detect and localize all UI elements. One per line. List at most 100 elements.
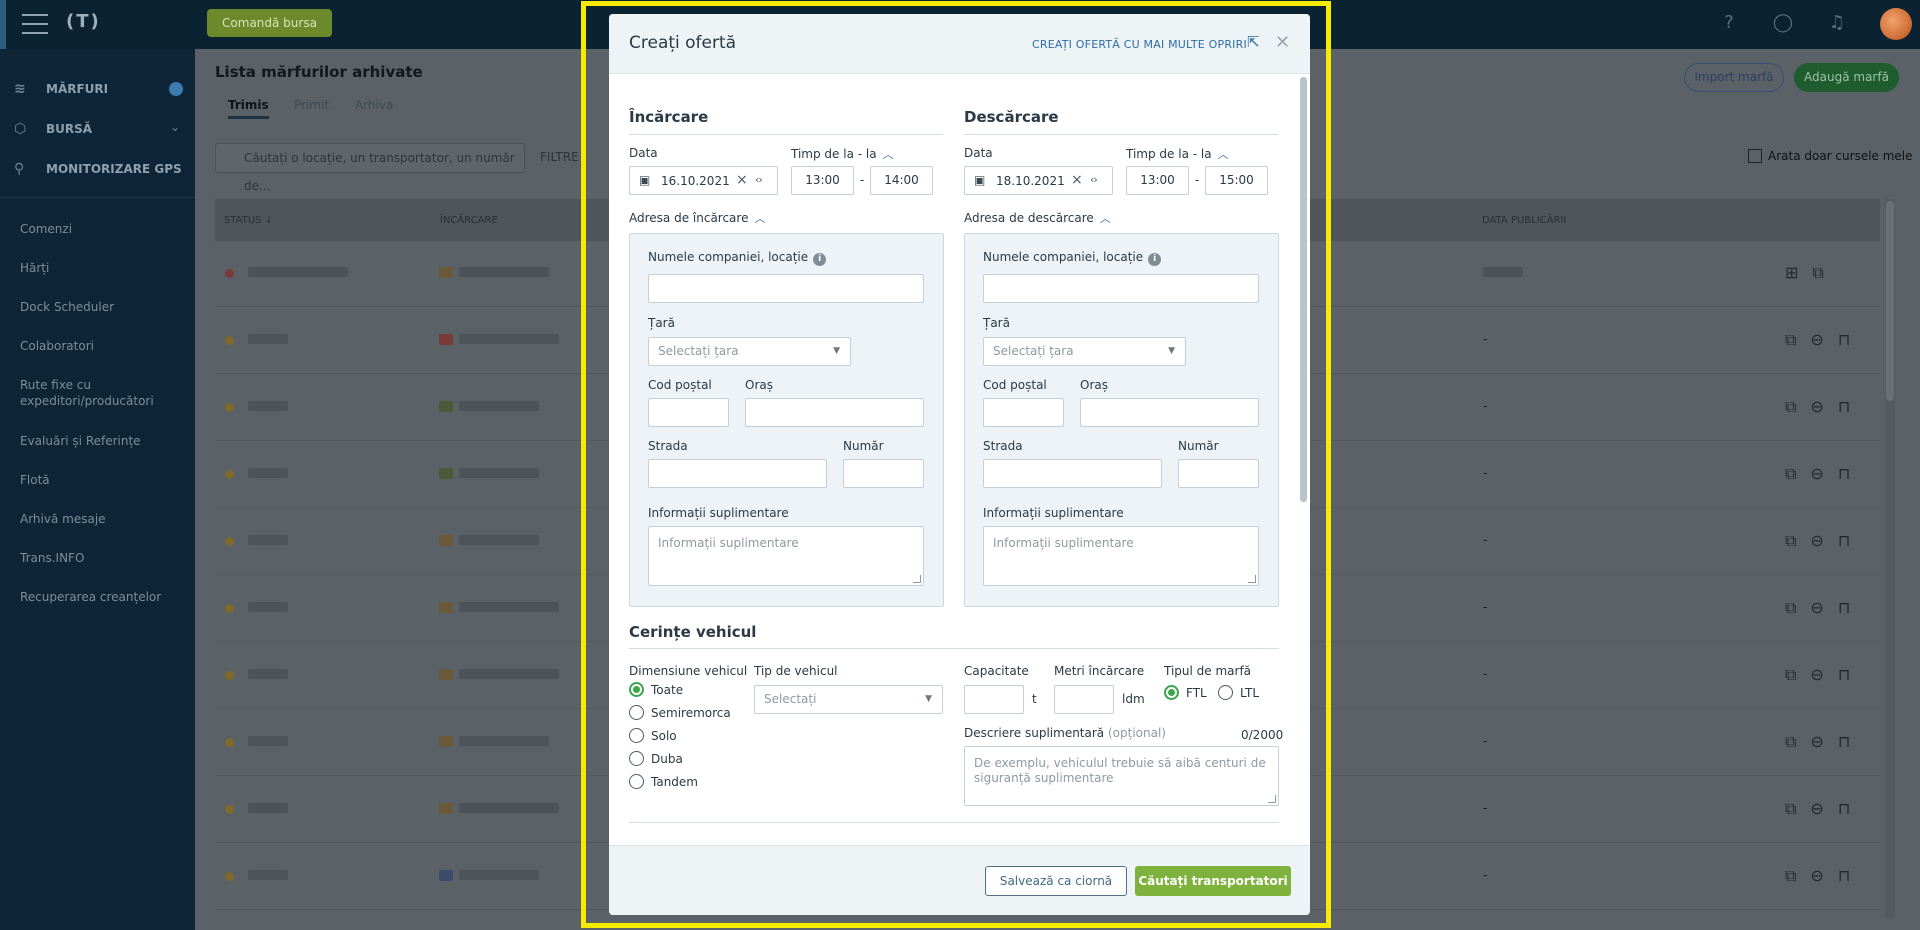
loading-company-input[interactable] (648, 274, 924, 303)
radio-unselected[interactable] (629, 705, 644, 720)
close-icon[interactable]: ✕ (1275, 32, 1290, 53)
info-icon[interactable]: i (1148, 253, 1162, 266)
unloading-time-to[interactable]: 15:00 (1205, 166, 1268, 195)
filters-button[interactable]: FILTRE (540, 150, 579, 164)
vehicle-size-option-van[interactable]: Duba (629, 751, 683, 766)
chevron-up-icon[interactable]: ︿ (883, 148, 894, 161)
checkbox-box[interactable] (1748, 149, 1762, 163)
radio-selected[interactable] (1164, 685, 1179, 700)
row-actions[interactable]: ⧉⊖⊓ (1785, 665, 1864, 685)
radio-unselected[interactable] (629, 751, 644, 766)
radio-selected[interactable] (629, 682, 644, 697)
chevron-down-icon[interactable]: ⌄ (170, 120, 180, 134)
unloading-postal-input[interactable] (983, 398, 1064, 427)
modal-scrollbar[interactable] (1300, 77, 1307, 502)
unloading-country-select[interactable]: Selectați țara ▼ (983, 337, 1186, 366)
loading-street-input[interactable] (648, 459, 827, 488)
unloading-street-input[interactable] (983, 459, 1162, 488)
add-cargo-button[interactable]: Adaugă marfă (1794, 63, 1899, 92)
sidebar-item-exchange[interactable]: ⬡ BURSĂ (14, 119, 92, 139)
user-avatar[interactable] (1880, 8, 1912, 40)
menu-icon[interactable] (22, 14, 48, 34)
multi-stop-link[interactable]: CREAȚI OFERTĂ CU MAI MULTE OPRIRI (1032, 38, 1247, 51)
row-actions[interactable]: ⧉⊖⊓ (1785, 330, 1864, 350)
sidebar-item-debt-recovery[interactable]: Recuperarea creanțelor (20, 589, 180, 605)
row-actions[interactable]: ⧉⊖⊓ (1785, 464, 1864, 484)
resize-handle[interactable] (913, 575, 921, 583)
cargo-type-option-ftl[interactable]: FTL (1164, 685, 1207, 700)
unloading-date-picker[interactable]: ▣ 18.10.2021 × ‹› (964, 166, 1113, 195)
collapse-arrow-icon[interactable]: ⇱ (1247, 33, 1260, 51)
unloading-number-input[interactable] (1178, 459, 1259, 488)
tab-archive[interactable]: Arhiva (355, 98, 393, 112)
sidebar-item-orders[interactable]: Comenzi (20, 221, 180, 237)
app-logo[interactable]: (T) (66, 11, 101, 32)
radio-unselected[interactable] (629, 774, 644, 789)
loading-meters-input[interactable] (1054, 685, 1114, 714)
only-mine-checkbox[interactable]: Arata doar cursele mele (1748, 149, 1913, 163)
help-icon[interactable]: ? (1718, 12, 1740, 34)
vehicle-size-option-solo[interactable]: Solo (629, 728, 677, 743)
sidebar-item-message-archive[interactable]: Arhivă mesaje (20, 511, 180, 527)
unloading-time-from[interactable]: 13:00 (1126, 166, 1189, 195)
vehicle-type-select[interactable]: Selectați ▼ (754, 685, 943, 714)
row-actions[interactable]: ⧉⊖⊓ (1785, 598, 1864, 618)
sidebar-item-cargo[interactable]: ≋ MĂRFURI (14, 79, 108, 99)
sidebar-item-gps[interactable]: ⚲ MONITORIZARE GPS (14, 159, 182, 179)
sidebar-item-maps[interactable]: Hărți (20, 260, 180, 276)
order-exchange-button[interactable]: Comandă bursa (207, 9, 332, 37)
loading-city-input[interactable] (745, 398, 924, 427)
capacity-input[interactable] (964, 685, 1024, 714)
row-actions[interactable]: ⊞⧉ (1785, 263, 1838, 283)
loading-number-input[interactable] (843, 459, 924, 488)
cargo-type-option-ltl[interactable]: LTL (1218, 685, 1259, 700)
loading-date-picker[interactable]: ▣ 16.10.2021 × ‹› (629, 166, 778, 195)
resize-handle[interactable] (1248, 575, 1256, 583)
unloading-city-input[interactable] (1080, 398, 1259, 427)
row-actions[interactable]: ⧉⊖⊓ (1785, 732, 1864, 752)
loading-extra-textarea[interactable]: Informații suplimentare (648, 526, 924, 586)
row-actions[interactable]: ⧉⊖⊓ (1785, 866, 1864, 886)
loading-time-to[interactable]: 14:00 (870, 166, 933, 195)
loading-address-label[interactable]: Adresa de încărcare ︿ (629, 210, 765, 226)
tab-received[interactable]: Primit (294, 98, 329, 112)
loading-country-select[interactable]: Selectați țara ▼ (648, 337, 851, 366)
row-actions[interactable]: ⧉⊖⊓ (1785, 397, 1864, 417)
search-input[interactable]: Căutați o locație, un transportator, un … (215, 143, 525, 193)
row-actions[interactable]: ⧉⊖⊓ (1785, 531, 1864, 551)
sidebar-item-fleet[interactable]: Flotă (20, 472, 180, 488)
clear-icon[interactable]: × (736, 172, 748, 188)
import-cargo-button[interactable]: Import marfă (1684, 63, 1784, 92)
bell-icon[interactable]: ♫ (1826, 12, 1848, 34)
vehicle-size-option-all[interactable]: Toate (629, 682, 683, 697)
row-actions[interactable]: ⧉⊖⊓ (1785, 799, 1864, 819)
unloading-company-input[interactable] (983, 274, 1259, 303)
sidebar-item-partners[interactable]: Colaboratori (20, 338, 180, 354)
chevron-up-icon[interactable]: ︿ (1100, 212, 1111, 225)
description-textarea[interactable]: De exemplu, vehiculul trebuie să aibă ce… (964, 746, 1279, 806)
radio-unselected[interactable] (629, 728, 644, 743)
save-draft-button[interactable]: Salvează ca ciornă (985, 866, 1127, 896)
loading-time-from[interactable]: 13:00 (791, 166, 854, 195)
sidebar-item-ratings[interactable]: Evaluări și Referințe (20, 433, 180, 449)
chat-icon[interactable]: ◯ (1772, 12, 1794, 34)
tab-sent[interactable]: Trimis (228, 98, 269, 119)
info-icon[interactable]: i (813, 253, 827, 266)
unloading-address-label[interactable]: Adresa de descărcare ︿ (964, 210, 1111, 226)
date-stepper-icon[interactable]: ‹› (755, 173, 763, 186)
vehicle-size-option-tandem[interactable]: Tandem (629, 774, 698, 789)
table-scrollbar[interactable] (1885, 199, 1895, 919)
sidebar-item-fixed-routes[interactable]: Rute fixe cu expeditori/producători (20, 377, 180, 409)
loading-postal-input[interactable] (648, 398, 729, 427)
sidebar-item-transinfo[interactable]: Trans.INFO (20, 550, 180, 566)
unloading-extra-textarea[interactable]: Informații suplimentare (983, 526, 1259, 586)
column-status[interactable]: STATUS ↓ (224, 215, 273, 226)
chevron-up-icon[interactable]: ︿ (754, 212, 765, 225)
radio-unselected[interactable] (1218, 685, 1233, 700)
resize-handle[interactable] (1268, 795, 1276, 803)
chevron-up-icon[interactable]: ︿ (1218, 148, 1229, 161)
date-stepper-icon[interactable]: ‹› (1090, 173, 1098, 186)
sidebar-item-dock-scheduler[interactable]: Dock Scheduler (20, 299, 180, 315)
vehicle-size-option-semitrailer[interactable]: Semiremorca (629, 705, 731, 720)
clear-icon[interactable]: × (1071, 172, 1083, 188)
